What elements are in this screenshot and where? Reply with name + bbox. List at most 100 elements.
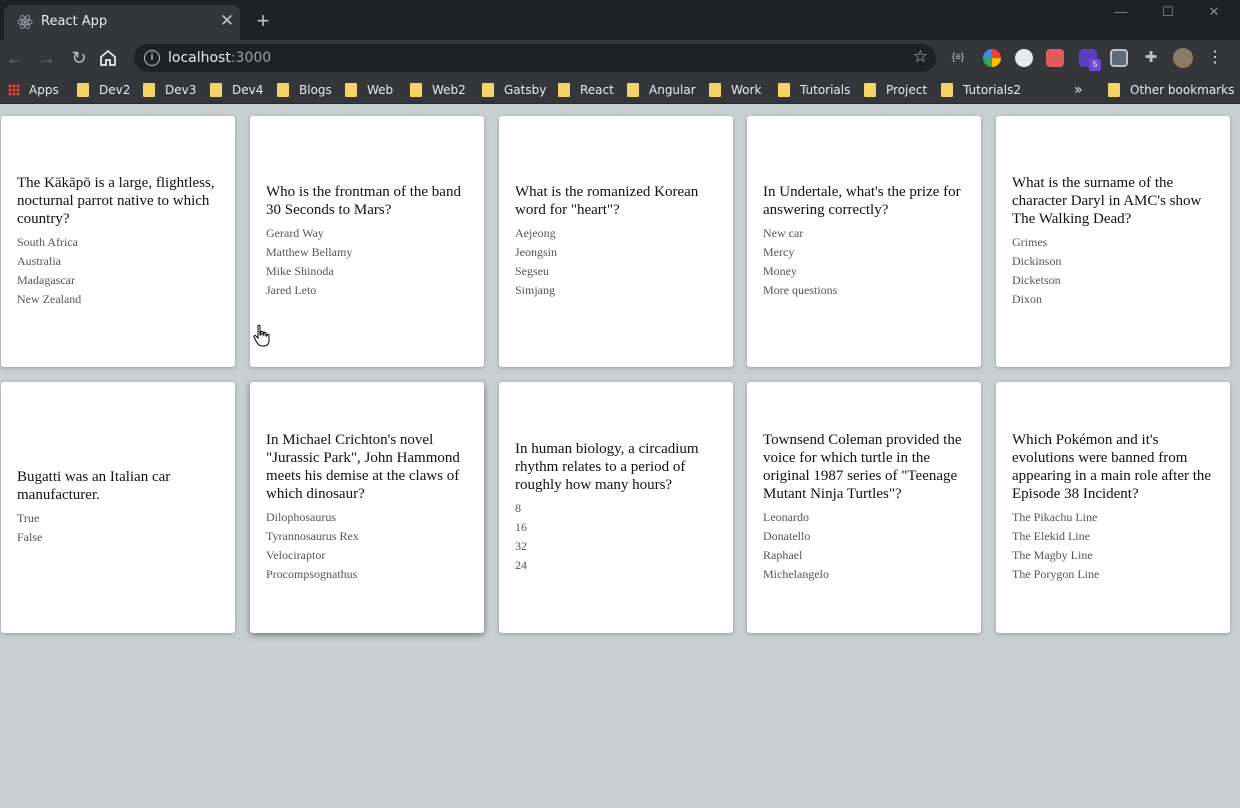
answer-option[interactable]: Leonardo (763, 508, 965, 527)
bookmark-folder[interactable]: Tutorials2 (941, 81, 1021, 99)
answer-option[interactable]: False (17, 528, 219, 547)
json-extension-icon[interactable]: {≡} (949, 49, 967, 67)
answer-option[interactable]: Procompsognathus (266, 565, 468, 584)
answer-option[interactable]: Mercy (763, 243, 965, 262)
home-icon[interactable] (98, 48, 118, 68)
answer-option[interactable]: Tyrannosaurus Rex (266, 527, 468, 546)
browser-tab[interactable]: React App ✕ (4, 5, 240, 40)
profile-avatar[interactable] (1173, 48, 1193, 68)
answer-option[interactable]: 32 (515, 537, 717, 556)
answer-option[interactable]: The Elekid Line (1012, 527, 1214, 546)
screenshot-extension-icon[interactable] (1110, 49, 1128, 67)
answer-option[interactable]: 16 (515, 518, 717, 537)
answer-option[interactable]: Australia (17, 252, 219, 271)
question-text: Who is the frontman of the band 30 Secon… (266, 184, 461, 218)
question-card[interactable]: The Kākāpō is a large, flightless, noctu… (1, 116, 235, 367)
close-tab-icon[interactable]: ✕ (218, 12, 236, 30)
menu-dots-icon[interactable]: ⋮ (1206, 49, 1224, 67)
bookmark-folder[interactable]: Blogs (277, 81, 332, 99)
bookmark-folder[interactable]: Dev4 (210, 81, 263, 99)
bookmark-folder[interactable]: Web2 (410, 81, 466, 99)
bookmark-apps[interactable]: Apps (8, 81, 59, 99)
new-tab-icon[interactable]: + (252, 10, 274, 32)
site-info-icon[interactable]: i (144, 50, 160, 66)
question-card[interactable]: Who is the frontman of the band 30 Secon… (250, 116, 484, 367)
question-card[interactable]: Bugatti was an Italian car manufacturer.… (1, 382, 235, 633)
react-logo-icon (17, 15, 33, 29)
answer-option[interactable]: Aejeong (515, 224, 717, 243)
back-icon[interactable]: ← (2, 45, 28, 71)
question-text: The Kākāpō is a large, flightless, noctu… (17, 175, 215, 227)
answer-option[interactable]: The Pikachu Line (1012, 508, 1214, 527)
bookmark-folder[interactable]: Project (864, 81, 927, 99)
answer-option[interactable]: Jared Leto (266, 281, 468, 300)
bookmark-folder[interactable]: Web (345, 81, 393, 99)
answer-option[interactable]: More questions (763, 281, 965, 300)
bookmark-star-icon[interactable]: ☆ (913, 47, 928, 67)
answer-option[interactable]: Madagascar (17, 271, 219, 290)
other-bookmarks[interactable]: Other bookmarks (1108, 81, 1234, 99)
answer-option[interactable]: Velociraptor (266, 546, 468, 565)
color-picker-extension-icon[interactable] (983, 49, 1001, 67)
bookmark-folder[interactable]: Dev2 (77, 81, 130, 99)
answer-option[interactable]: South Africa (17, 233, 219, 252)
bookmark-folder[interactable]: Angular (627, 81, 696, 99)
answer-option[interactable]: The Porygon Line (1012, 565, 1214, 584)
bookmark-folder[interactable]: Dev3 (143, 81, 196, 99)
url-text: localhost:3000 (168, 50, 272, 66)
title-bar: React App ✕ + — ☐ ✕ (0, 0, 1240, 40)
address-bar[interactable]: i localhost:3000 ☆ (134, 44, 936, 72)
bookmarks-bar: Apps Dev2 Dev3 Dev4 Blogs Web Web2 Gatsb… (0, 76, 1240, 104)
answer-option[interactable]: Raphael (763, 546, 965, 565)
question-card[interactable]: Townsend Coleman provided the voice for … (747, 382, 981, 633)
answer-option[interactable]: Mike Shinoda (266, 262, 468, 281)
answer-option[interactable]: Segseu (515, 262, 717, 281)
question-text: In Undertale, what's the prize for answe… (763, 184, 961, 218)
question-text: Townsend Coleman provided the voice for … (763, 432, 962, 502)
answer-option[interactable]: Donatello (763, 527, 965, 546)
answer-option[interactable]: New car (763, 224, 965, 243)
answer-option[interactable]: Dixon (1012, 290, 1214, 309)
bookmark-folder[interactable]: Gatsby (482, 81, 546, 99)
answer-option[interactable]: The Magby Line (1012, 546, 1214, 565)
answer-option[interactable]: New Zealand (17, 290, 219, 309)
minimize-icon[interactable]: — (1106, 4, 1136, 20)
answer-option[interactable]: Dilophosaurus (266, 508, 468, 527)
answer-option[interactable]: 8 (515, 499, 717, 518)
question-card[interactable]: In human biology, a circadium rhythm rel… (499, 382, 733, 633)
maximize-icon[interactable]: ☐ (1153, 4, 1183, 20)
folder-icon (558, 83, 570, 97)
question-card[interactable]: What is the surname of the character Dar… (996, 116, 1230, 367)
answer-option[interactable]: True (17, 509, 219, 528)
bookmark-folder[interactable]: Tutorials (778, 81, 850, 99)
answer-option[interactable]: Grimes (1012, 233, 1214, 252)
answer-option[interactable]: Jeongsin (515, 243, 717, 262)
question-card[interactable]: In Michael Crichton's novel "Jurassic Pa… (250, 382, 484, 633)
folder-icon (709, 83, 721, 97)
question-card[interactable]: What is the romanized Korean word for "h… (499, 116, 733, 367)
bookmark-folder[interactable]: React (558, 81, 614, 99)
extensions-puzzle-icon[interactable]: ✚ (1142, 49, 1160, 67)
window-close-icon[interactable]: ✕ (1199, 4, 1229, 20)
hand-cursor-icon (253, 324, 270, 347)
question-card[interactable]: In Undertale, what's the prize for answe… (747, 116, 981, 367)
answer-option[interactable]: 24 (515, 556, 717, 575)
answer-option[interactable]: Gerard Way (266, 224, 468, 243)
answer-option[interactable]: Michelangelo (763, 565, 965, 584)
reload-icon[interactable]: ↻ (66, 45, 92, 71)
extension-h-icon[interactable] (1015, 49, 1033, 67)
answer-option[interactable]: Dickinson (1012, 252, 1214, 271)
browser-toolbar: ← → ↻ i localhost:3000 ☆ {≡} 5 ✚ ⋮ (0, 40, 1240, 76)
question-text: Which Pokémon and it's evolutions were b… (1012, 432, 1212, 502)
forward-icon[interactable]: → (34, 45, 60, 71)
answer-option[interactable]: Dicketson (1012, 271, 1214, 290)
extension-red-icon[interactable] (1046, 49, 1064, 67)
apps-grid-icon (8, 84, 20, 96)
answer-option[interactable]: Simjang (515, 281, 717, 300)
answer-option[interactable]: Matthew Bellamy (266, 243, 468, 262)
bookmarks-overflow-icon[interactable]: » (1074, 81, 1083, 99)
folder-icon (627, 83, 639, 97)
bookmark-folder[interactable]: Work (709, 81, 761, 99)
question-card[interactable]: Which Pokémon and it's evolutions were b… (996, 382, 1230, 633)
answer-option[interactable]: Money (763, 262, 965, 281)
